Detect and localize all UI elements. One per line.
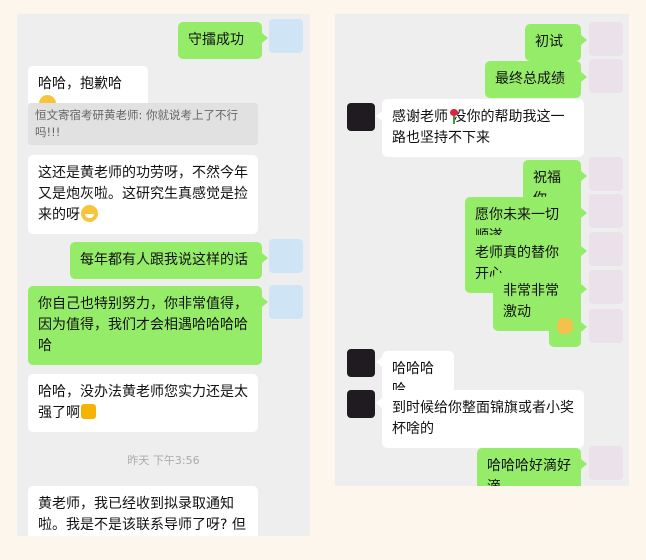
bubble-tail	[581, 35, 587, 45]
message-text: 守擂成功	[188, 32, 244, 48]
bubble-tail	[262, 33, 268, 43]
own-avatar[interactable]	[589, 59, 623, 93]
sent-message-sticker[interactable]	[549, 312, 581, 347]
bubble-tail	[581, 208, 587, 218]
bubble-tail	[262, 297, 268, 307]
own-avatar[interactable]	[589, 270, 623, 304]
own-avatar[interactable]	[589, 309, 623, 343]
bubble-tail	[581, 459, 587, 469]
message-text: 哈哈，抱歉哈	[38, 76, 122, 92]
message-text: 感谢老师 没你的帮助我这一路也坚持不下来	[392, 109, 565, 146]
message-text: 这还是黄老师的功劳呀，不然今年又是炮灰啦。这研究生真感觉是捡来的呀	[38, 165, 248, 223]
message-text: 每年都有人跟我说这样的话	[80, 252, 248, 268]
contact-avatar[interactable]	[347, 390, 375, 418]
own-avatar[interactable]	[269, 19, 303, 53]
received-message-2[interactable]: 这还是黄老师的功劳呀，不然今年又是炮灰啦。这研究生真感觉是捡来的呀	[28, 155, 258, 234]
received-message-3[interactable]: 哈哈，没办法黄老师您实力还是太强了啊	[28, 374, 258, 432]
bubble-tail	[581, 322, 587, 332]
sent-message-1[interactable]: 初试	[525, 24, 581, 61]
quote-text: 恒文寄宿考研黄老师: 你就说考上了不行吗!!!	[35, 108, 239, 139]
doge-sticker-icon	[557, 318, 573, 334]
contact-avatar[interactable]	[347, 103, 375, 131]
rose-emoji-icon	[449, 109, 458, 124]
bubble-tail	[581, 171, 587, 181]
message-text: 哈哈，没办法黄老师您实力还是太强了啊	[38, 384, 248, 421]
sent-message-2[interactable]: 最终总成绩	[485, 61, 581, 98]
bubble-tail	[581, 246, 587, 256]
sent-message-7[interactable]: 哈哈哈好滴好滴	[477, 448, 581, 486]
left-chat-panel: 守擂成功 哈哈，抱歉哈 恒文寄宿考研黄老师: 你就说考上了不行吗!!! 这还是黄…	[17, 14, 310, 536]
tears-of-joy-emoji-icon	[81, 205, 98, 222]
own-avatar[interactable]	[269, 239, 303, 273]
timestamp: 昨天 下午3:56	[127, 454, 200, 467]
own-avatar[interactable]	[589, 194, 623, 228]
message-text: 最终总成绩	[495, 71, 565, 87]
own-avatar[interactable]	[589, 22, 623, 56]
received-message-3[interactable]: 到时候给你整面锦旗或者小奖杯啥的	[382, 390, 584, 448]
own-avatar[interactable]	[589, 232, 623, 266]
message-text: 初试	[535, 34, 563, 50]
message-text: 哈哈哈好滴好滴	[487, 458, 571, 486]
own-avatar[interactable]	[269, 285, 303, 319]
message-text: 你自己也特别努力，你非常值得，因为值得，我们才会相遇哈哈哈哈哈	[38, 296, 248, 354]
thumbs-up-emoji-icon	[81, 404, 96, 419]
own-avatar[interactable]	[589, 157, 623, 191]
bubble-tail	[581, 72, 587, 82]
bubble-tail	[581, 284, 587, 294]
sent-message-3[interactable]: 你自己也特别努力，你非常值得，因为值得，我们才会相遇哈哈哈哈哈	[28, 286, 262, 365]
contact-avatar[interactable]	[347, 349, 375, 377]
quoted-message[interactable]: 恒文寄宿考研黄老师: 你就说考上了不行吗!!!	[28, 103, 258, 145]
received-message-4[interactable]: 黄老师，我已经收到拟录取通知啦。我是不是该联系导师了呀? 但是我	[28, 486, 258, 536]
received-message-1[interactable]: 感谢老师 没你的帮助我这一路也坚持不下来	[382, 99, 584, 157]
message-text: 到时候给你整面锦旗或者小奖杯啥的	[392, 400, 574, 437]
sent-message-1[interactable]: 守擂成功	[178, 22, 262, 59]
own-avatar[interactable]	[589, 446, 623, 480]
message-text: 黄老师，我已经收到拟录取通知啦。我是不是该联系导师了呀? 但是我	[38, 496, 246, 533]
right-chat-panel: 初试 最终总成绩 感谢老师 没你的帮助我这一路也坚持不下来 祝福你 愿你未来一切…	[335, 14, 629, 486]
sent-message-2[interactable]: 每年都有人跟我说这样的话	[70, 242, 262, 279]
bubble-tail	[262, 253, 268, 263]
